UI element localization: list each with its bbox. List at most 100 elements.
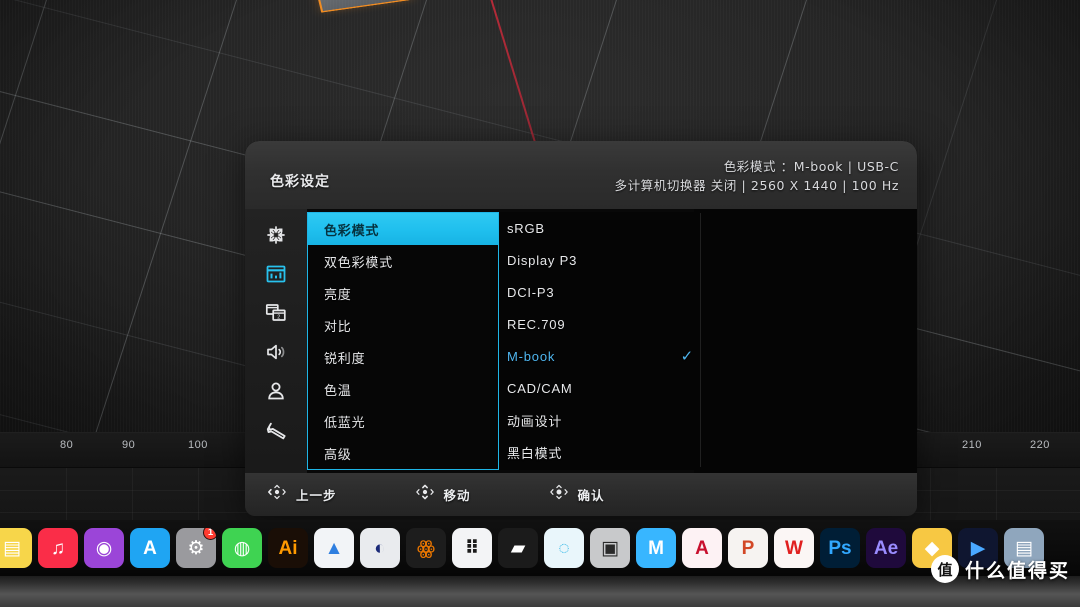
dock-icon-autocad[interactable]: A	[682, 528, 722, 568]
option-rec709[interactable]: REC.709	[499, 308, 694, 340]
houdini-icon: ⠿	[464, 537, 480, 559]
menu-item-low-blue-light[interactable]: 低蓝光	[308, 405, 498, 437]
dock-icon-sketch[interactable]: ◆	[912, 528, 952, 568]
option-monochrome[interactable]: 黑白模式	[499, 436, 694, 468]
dock-icon-finder-window[interactable]: ▤	[1004, 528, 1044, 568]
speaker-icon	[264, 340, 288, 364]
monitor-osd-panel: 色彩设定 色彩模式 ：M-book | USB-C 多计算机切换器 关闭 | 2…	[245, 141, 917, 516]
pbp-window-icon: 2	[264, 301, 288, 325]
dock-icon-wps-office[interactable]: W	[774, 528, 814, 568]
hint-move[interactable]: 移动	[415, 483, 471, 506]
option-cad-cam[interactable]: CAD/CAM	[499, 372, 694, 404]
dock-icon-camera-raw[interactable]: ▣	[590, 528, 630, 568]
timeline-tick: 80	[60, 439, 74, 451]
menu-item-dual-color-mode[interactable]: 双色彩模式	[308, 245, 498, 277]
dock-icon-qq[interactable]: ◌	[544, 528, 584, 568]
dock-icon-houdini[interactable]: ⠿	[452, 528, 492, 568]
powerpoint-icon: P	[741, 537, 755, 559]
status-line-color-mode: 色彩模式 ：M-book | USB-C	[723, 159, 899, 174]
sidebar-item-brightness[interactable]	[259, 219, 293, 251]
dock-icon-blender[interactable]: ꙮ	[406, 528, 446, 568]
osd-menu-list: 色彩模式 双色彩模式 亮度 对比 锐利度 色温 低蓝光 高级	[307, 212, 499, 470]
dock-icon-cinema-4d[interactable]: ◐	[360, 528, 400, 568]
osd-footer-hints: 上一步 移动 确认	[245, 473, 917, 516]
podcasts-icon: ◉	[95, 537, 113, 559]
dock-icon-podcasts[interactable]: ◉	[84, 528, 124, 568]
monitor-photo-screenshot: 80 90 100 210 220 色彩设定 色彩模式 ：M-book | US…	[0, 0, 1080, 607]
dock-icon-notes[interactable]: ▤	[0, 528, 32, 568]
camera-raw-icon: ▣	[601, 537, 619, 559]
osd-options-list: sRGB Display P3 DCI-P3 REC.709 M-book ✓ …	[499, 212, 694, 470]
option-label: DCI-P3	[507, 284, 555, 300]
dock-icon-maxhub[interactable]: M	[636, 528, 676, 568]
dock-icon-media-player[interactable]: ▶	[958, 528, 998, 568]
photoshop-icon: Ps	[828, 537, 852, 559]
menu-item-label: 色彩模式	[324, 222, 380, 238]
option-animation-design[interactable]: 动画设计	[499, 404, 694, 436]
pane-divider	[700, 213, 701, 467]
menu-item-label: 对比	[324, 318, 352, 334]
dock-icon-after-effects[interactable]: Ae	[866, 528, 906, 568]
brightness-icon	[264, 223, 288, 247]
illustrator-icon: Ai	[278, 537, 298, 559]
dock-icon-final-cut-pro[interactable]: ▰	[498, 528, 538, 568]
option-m-book[interactable]: M-book ✓	[499, 340, 694, 372]
wechat-icon: ◍	[233, 537, 251, 559]
sidebar-item-user-profile[interactable]	[259, 375, 293, 407]
osd-body: 2 色彩模式 双色彩模式 亮度 对比 锐利度 色温 低蓝光 高级 sRGB Di…	[245, 209, 917, 473]
menu-item-contrast[interactable]: 对比	[308, 309, 498, 341]
final-cut-pro-icon: ▰	[510, 537, 526, 559]
monitor-bezel-reflection	[0, 576, 1080, 607]
menu-item-color-mode[interactable]: 色彩模式	[308, 213, 498, 245]
osd-status-info: 色彩模式 ：M-book | USB-C 多计算机切换器 关闭 | 2560 X…	[614, 157, 899, 195]
dock-icon-powerpoint[interactable]: P	[728, 528, 768, 568]
osd-header: 色彩设定 色彩模式 ：M-book | USB-C 多计算机切换器 关闭 | 2…	[245, 141, 917, 209]
music-icon: ♫	[50, 537, 66, 559]
menu-item-advanced[interactable]: 高级	[308, 437, 498, 469]
menu-item-label: 低蓝光	[324, 414, 366, 430]
dock-icon-row: ▤ ♫ ◉ A ⚙ 1 ◍ Ai ▲ ◐ ꙮ ⠿ ▰ ◌ ▣ M A P W Ps Ae ◆ ▶ ▤	[0, 524, 1044, 572]
system-settings-icon: ⚙	[187, 537, 205, 559]
option-srgb[interactable]: sRGB	[499, 212, 694, 244]
sketch-icon: ◆	[924, 537, 940, 559]
hint-back[interactable]: 上一步	[267, 483, 337, 506]
option-label: 黑白模式	[507, 445, 563, 461]
dock-icon-illustrator[interactable]: Ai	[268, 528, 308, 568]
menu-item-sharpness[interactable]: 锐利度	[308, 341, 498, 373]
option-label: 动画设计	[507, 413, 563, 429]
dpad-left-icon	[267, 483, 287, 506]
sidebar-item-multi-window[interactable]: 2	[259, 297, 293, 329]
dpad-updown-icon	[415, 483, 435, 506]
notes-icon: ▤	[3, 537, 21, 559]
option-dci-p3[interactable]: DCI-P3	[499, 276, 694, 308]
menu-item-color-temperature[interactable]: 色温	[308, 373, 498, 405]
option-label: M-book	[507, 348, 556, 364]
dock-icon-photoshop[interactable]: Ps	[820, 528, 860, 568]
dock-icon-app-store[interactable]: A	[130, 528, 170, 568]
dock-icon-music[interactable]: ♫	[38, 528, 78, 568]
sidebar-item-audio[interactable]	[259, 336, 293, 368]
timeline-tick: 100	[188, 439, 208, 451]
cinema-4d-icon: ◐	[374, 537, 386, 559]
option-display-p3[interactable]: Display P3	[499, 244, 694, 276]
wps-office-icon: W	[785, 537, 803, 559]
color-panel-icon	[264, 262, 288, 286]
dock-icon-arc-browser[interactable]: ▲	[314, 528, 354, 568]
timeline-tick: 90	[122, 439, 136, 451]
menu-item-brightness[interactable]: 亮度	[308, 277, 498, 309]
hint-confirm[interactable]: 确认	[549, 483, 605, 506]
user-profile-icon	[264, 379, 288, 403]
qq-icon: ◌	[558, 537, 570, 559]
menu-item-label: 亮度	[324, 286, 352, 302]
menu-item-label: 色温	[324, 382, 352, 398]
sidebar-item-color-settings[interactable]	[259, 258, 293, 290]
timeline-tick: 220	[1030, 439, 1050, 451]
macos-dock: ▤ ♫ ◉ A ⚙ 1 ◍ Ai ▲ ◐ ꙮ ⠿ ▰ ◌ ▣ M A P W Ps Ae ◆ ▶ ▤	[0, 520, 1080, 607]
sidebar-item-system[interactable]	[259, 414, 293, 446]
menu-item-label: 双色彩模式	[324, 254, 394, 270]
dock-icon-wechat[interactable]: ◍	[222, 528, 262, 568]
osd-category-rail: 2	[245, 209, 307, 473]
dock-icon-system-settings[interactable]: ⚙ 1	[176, 528, 216, 568]
svg-text:2: 2	[277, 314, 280, 320]
option-label: CAD/CAM	[507, 380, 573, 396]
